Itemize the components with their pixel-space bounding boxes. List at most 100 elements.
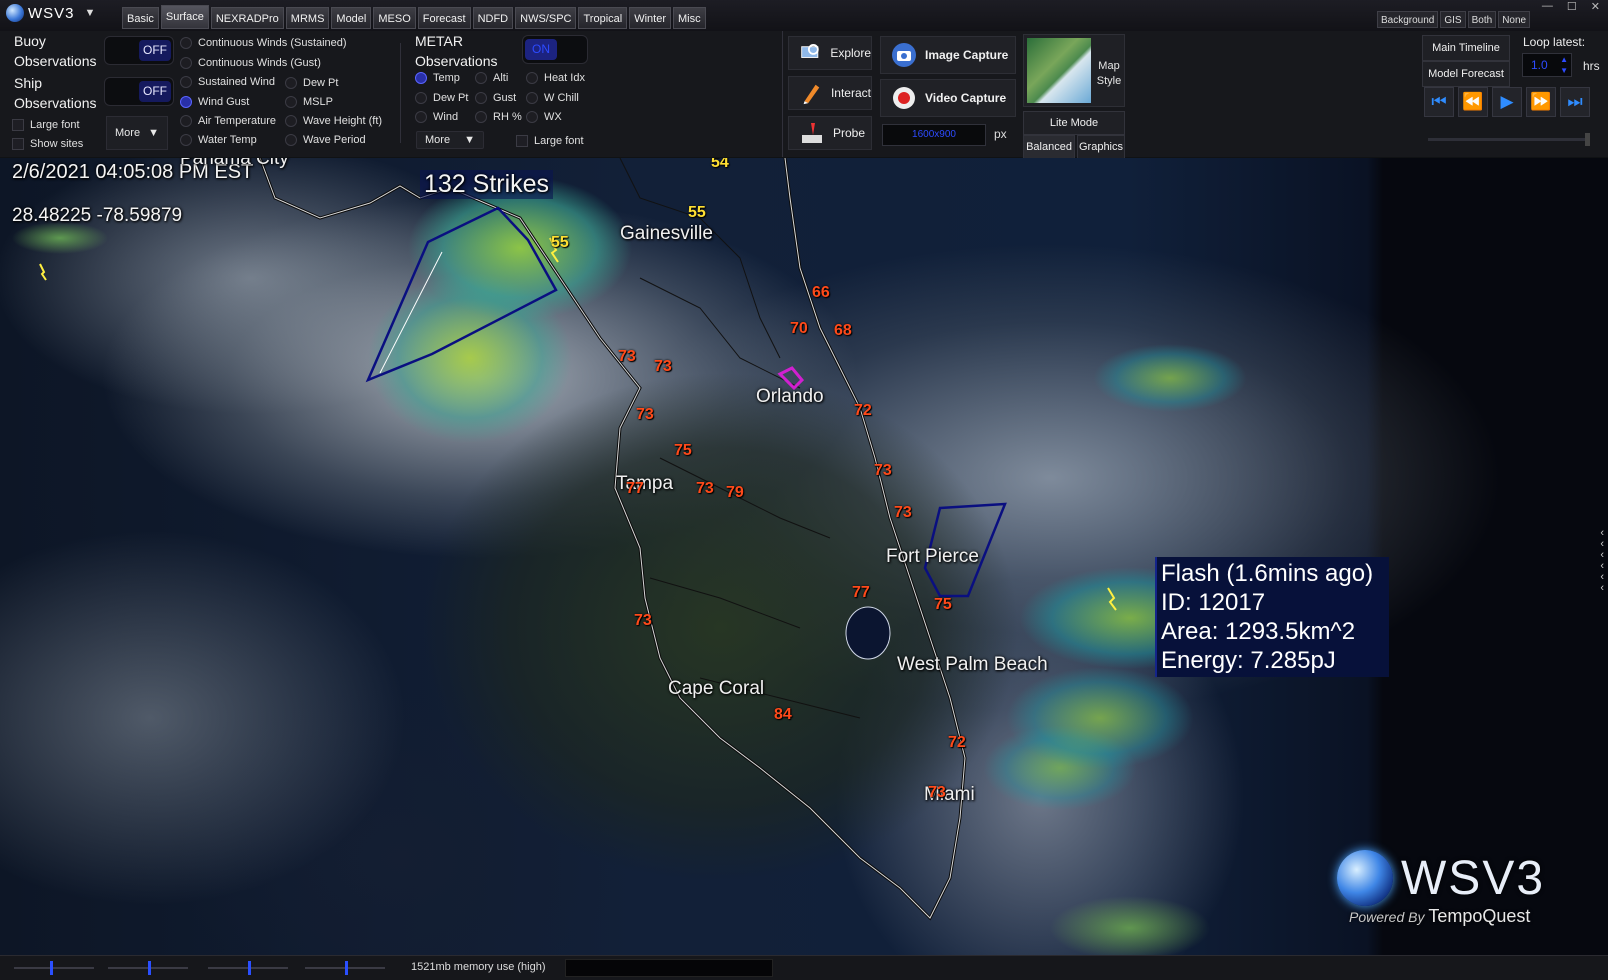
main-timeline-button[interactable]: Main Timeline (1422, 35, 1510, 61)
map-style-button[interactable]: Map Style (1023, 34, 1125, 107)
graphics-button[interactable]: Graphics (1077, 135, 1125, 159)
control-panel: Buoy Observations OFF Ship Observations OF… (0, 31, 1608, 159)
toggle-both[interactable]: Both (1467, 11, 1497, 28)
tab-nws-spc[interactable]: NWS/SPC (515, 7, 577, 29)
opacity-slider-2[interactable] (108, 961, 188, 975)
surface-option-wave-period[interactable]: Wave Period (285, 134, 366, 146)
tab-forecast[interactable]: Forecast (417, 7, 471, 29)
play-button[interactable]: ▶ (1492, 87, 1522, 117)
globe-icon (6, 4, 24, 22)
large-font-checkbox[interactable]: Large font (12, 119, 80, 131)
maximize-icon[interactable]: ☐ (1567, 0, 1577, 13)
spinner-icon[interactable]: ▲ ▼ (1560, 54, 1568, 76)
surface-option-mslp[interactable]: MSLP (285, 96, 333, 108)
app-name: WSV3 (28, 4, 75, 22)
explore-button[interactable]: Explore (788, 36, 872, 70)
balanced-button[interactable]: Balanced (1023, 135, 1075, 159)
temperature-label: 73 (654, 358, 672, 375)
timeline-slider[interactable] (1428, 133, 1590, 146)
metar-large-font-checkbox[interactable]: Large font (516, 135, 584, 147)
opacity-slider-1[interactable] (14, 961, 94, 975)
play-icon: ▶ (1500, 92, 1514, 111)
collapse-panel-handle[interactable]: ‹ ‹ ‹ ‹ ‹ ‹ (1600, 528, 1604, 594)
ship-label: Ship Observations (14, 75, 97, 111)
metar-option-rh-[interactable]: RH % (475, 111, 522, 123)
temperature-label: 68 (834, 322, 852, 339)
tab-nexradpro[interactable]: NEXRADPro (210, 7, 284, 29)
surface-option-sustained-wind[interactable]: Sustained Wind (180, 76, 275, 88)
title-bar: WSV3 ▼ Basic Surface NEXRADPro MRMS Model MES… (0, 0, 1608, 31)
surface-option-continuous-winds-gust-[interactable]: Continuous Winds (Gust) (180, 57, 321, 69)
toggle-gis[interactable]: GIS (1440, 11, 1466, 28)
tab-misc[interactable]: Misc (672, 7, 706, 29)
temperature-label: 73 (618, 348, 636, 365)
surface-option-wave-height-ft-[interactable]: Wave Height (ft) (285, 115, 382, 127)
opacity-slider-4[interactable] (305, 961, 385, 975)
model-forecast-button[interactable]: Model Forecast (1422, 61, 1510, 87)
city-panama-city: Panama City (180, 158, 289, 169)
flash-age: Flash (1.6mins ago) (1161, 560, 1374, 587)
temperature-label: 75 (674, 442, 692, 459)
surface-option-air-temperature[interactable]: Air Temperature (180, 115, 276, 127)
flash-id: ID: 12017 (1161, 589, 1266, 616)
surface-option-wind-gust[interactable]: Wind Gust (180, 96, 249, 108)
surface-option-water-temp[interactable]: Water Temp (180, 134, 257, 146)
tab-model[interactable]: Model (331, 7, 372, 29)
map-style-label: Map Style (1096, 60, 1122, 87)
opacity-slider-3[interactable] (208, 961, 288, 975)
temperature-label: 73 (894, 504, 912, 521)
map-view[interactable]: 2/6/2021 04:05:08 PM EST 28.48225 -78.59… (0, 158, 1608, 955)
skip-start-icon: ⏮ (1431, 92, 1447, 111)
more-dropdown[interactable]: More ▼ (106, 116, 168, 150)
tab-mrms[interactable]: MRMS (285, 7, 330, 29)
px-label: px (994, 127, 1007, 141)
metar-option-w-chill[interactable]: W Chill (526, 92, 579, 104)
timeline-slider-handle[interactable] (1585, 133, 1590, 146)
image-capture-button[interactable]: Image Capture (880, 36, 1016, 74)
memory-status: 1521mb memory use (high) (411, 961, 546, 973)
surface-option-continuous-winds-sustained-[interactable]: Continuous Winds (Sustained) (180, 37, 347, 49)
resolution-input[interactable]: 1600x900 (882, 124, 986, 146)
tab-winter[interactable]: Winter (629, 7, 671, 29)
toggle-none[interactable]: None (1498, 11, 1531, 28)
video-capture-button[interactable]: Video Capture (880, 79, 1016, 117)
surface-option-dew-pt[interactable]: Dew Pt (285, 77, 338, 89)
probe-button[interactable]: Probe (788, 116, 872, 150)
skip-to-start-button[interactable]: ⏮ (1424, 87, 1454, 117)
buoy-toggle[interactable]: OFF (104, 36, 174, 65)
map-style-thumbnail (1027, 38, 1091, 103)
temperature-label: 79 (726, 484, 744, 501)
tab-tropical[interactable]: Tropical (578, 7, 628, 29)
metar-toggle[interactable]: ON (522, 35, 588, 64)
app-menu[interactable]: WSV3 ▼ (6, 2, 95, 24)
toggle-background[interactable]: Background (1377, 11, 1439, 28)
metar-more-dropdown[interactable]: More ▼ (416, 131, 484, 149)
close-icon[interactable]: ✕ (1591, 0, 1600, 13)
status-message-area (565, 959, 773, 977)
loop-hours-input[interactable]: 1.0 ▲ ▼ (1522, 53, 1572, 77)
tab-basic[interactable]: Basic (122, 7, 159, 29)
wsv3-watermark: WSV3 Powered By TempoQuest (1337, 850, 1545, 927)
temperature-label: 73 (634, 612, 652, 629)
tab-ndfd[interactable]: NDFD (472, 7, 514, 29)
company-name: TempoQuest (1428, 906, 1531, 926)
minimize-icon[interactable]: — (1542, 0, 1553, 13)
tab-surface[interactable]: Surface (160, 5, 209, 29)
step-back-button[interactable]: ⏪ (1458, 87, 1488, 117)
metar-option-alti[interactable]: Alti (475, 72, 508, 84)
metar-option-dew-pt[interactable]: Dew Pt (415, 92, 468, 104)
buoy-label: Buoy Observations (14, 33, 97, 69)
step-forward-button[interactable]: ⏩ (1526, 87, 1556, 117)
show-sites-checkbox[interactable]: Show sites (12, 138, 83, 150)
metar-option-temp[interactable]: Temp (415, 72, 460, 84)
chevron-down-icon[interactable]: ▼ (85, 7, 96, 19)
metar-option-wind[interactable]: Wind (415, 111, 458, 123)
metar-option-gust[interactable]: Gust (475, 92, 516, 104)
interact-button[interactable]: Interact (788, 76, 872, 110)
ship-toggle[interactable]: OFF (104, 77, 174, 106)
tab-meso[interactable]: MESO (373, 7, 416, 29)
metar-option-heat-idx[interactable]: Heat Idx (526, 72, 585, 84)
skip-to-end-button[interactable]: ⏭ (1560, 87, 1590, 117)
metar-option-wx[interactable]: WX (526, 111, 562, 123)
lite-mode-button[interactable]: Lite Mode (1023, 111, 1125, 135)
